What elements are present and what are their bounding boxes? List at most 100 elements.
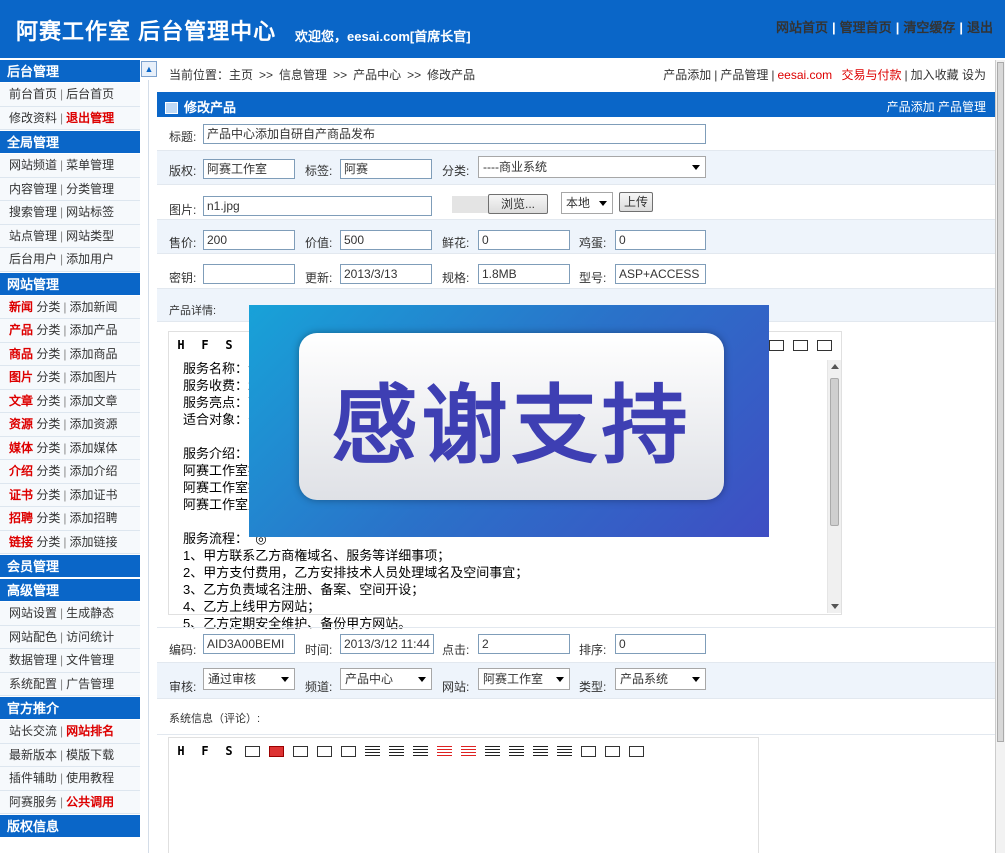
editor-tool-icon[interactable] bbox=[437, 746, 452, 757]
sidebar-item-link[interactable]: 分类 bbox=[36, 511, 60, 525]
sysinfo-editor[interactable]: HFS bbox=[168, 737, 759, 853]
editor-tool-icon[interactable] bbox=[557, 746, 572, 757]
sidebar-item-link[interactable]: 生成静态 bbox=[66, 606, 114, 620]
sidebar-item-link[interactable]: 站长交流 bbox=[9, 724, 57, 738]
page-scrollbar-thumb[interactable] bbox=[997, 62, 1004, 742]
spec-input[interactable]: 1.8MB bbox=[478, 264, 570, 284]
sidebar-item-link[interactable]: 添加文章 bbox=[70, 394, 118, 408]
sidebar-item-module[interactable]: 图片 bbox=[9, 370, 33, 384]
sidebar-item-link[interactable]: 使用教程 bbox=[66, 771, 114, 785]
editor-tool-icon[interactable] bbox=[769, 340, 784, 351]
sidebar-item-link[interactable]: 网站类型 bbox=[66, 229, 114, 243]
channel-select[interactable]: 产品中心 bbox=[340, 668, 432, 690]
collapse-sidebar-button[interactable]: ▲ bbox=[141, 61, 157, 77]
site-home-link[interactable]: 网站首页 bbox=[776, 20, 828, 35]
sidebar-item-module[interactable]: 文章 bbox=[9, 394, 33, 408]
editor-tool-icon[interactable] bbox=[341, 746, 356, 757]
sidebar-item-link[interactable]: 添加产品 bbox=[70, 323, 118, 337]
sidebar-item-link[interactable]: 添加证书 bbox=[70, 488, 118, 502]
logout-link[interactable]: 退出 bbox=[967, 20, 993, 35]
sidebar-item-link[interactable]: 添加介绍 bbox=[70, 464, 118, 478]
sidebar-section-title[interactable]: 版权信息 bbox=[0, 815, 140, 838]
editor-tool-icon[interactable] bbox=[793, 340, 808, 351]
sidebar-item-link[interactable]: 添加资源 bbox=[70, 417, 118, 431]
sidebar-item-module[interactable]: 新闻 bbox=[9, 300, 33, 314]
sidebar-item-link[interactable]: 分类 bbox=[36, 370, 60, 384]
tag-input[interactable]: 阿赛 bbox=[340, 159, 432, 179]
code-input[interactable]: AID3A00BEMI bbox=[203, 634, 295, 654]
sidebar-item-link[interactable]: 添加媒体 bbox=[70, 441, 118, 455]
crumb-product[interactable]: 产品中心 bbox=[353, 68, 401, 82]
format-s-icon[interactable]: S bbox=[221, 338, 237, 352]
format-f-icon[interactable]: F bbox=[197, 744, 213, 758]
editor-tool-icon[interactable] bbox=[485, 746, 500, 757]
sidebar-item-module[interactable]: 链接 bbox=[9, 535, 33, 549]
site-select[interactable]: 阿赛工作室 bbox=[478, 668, 570, 690]
sidebar-item-link[interactable]: 添加招聘 bbox=[70, 511, 118, 525]
editor-tool-icon[interactable] bbox=[509, 746, 524, 757]
format-f-icon[interactable]: F bbox=[197, 338, 213, 352]
sidebar-item-link[interactable]: 分类 bbox=[36, 441, 60, 455]
price-input[interactable]: 200 bbox=[203, 230, 295, 250]
editor-tool-icon[interactable] bbox=[605, 746, 620, 757]
model-input[interactable]: ASP+ACCESS bbox=[615, 264, 706, 284]
sidebar-item-module[interactable]: 产品 bbox=[9, 323, 33, 337]
value-input[interactable]: 500 bbox=[340, 230, 432, 250]
detail-editor-scrollbar[interactable] bbox=[827, 360, 841, 613]
sidebar-item-link[interactable]: 阿赛服务 bbox=[9, 795, 57, 809]
browse-button[interactable]: 浏览... bbox=[488, 194, 548, 214]
crumb-info[interactable]: 信息管理 bbox=[279, 68, 327, 82]
category-select[interactable]: ----商业系统 bbox=[478, 156, 706, 178]
title-input[interactable]: 产品中心添加自研自产商品发布 bbox=[203, 124, 706, 144]
sidebar-item-link[interactable]: 后台首页 bbox=[66, 87, 114, 101]
sidebar-item-module[interactable]: 商品 bbox=[9, 347, 33, 361]
sidebar-item-link[interactable]: 分类 bbox=[36, 535, 60, 549]
crumb-home[interactable]: 主页 bbox=[229, 68, 253, 82]
sidebar-item-link[interactable]: 前台首页 bbox=[9, 87, 57, 101]
editor-tool-icon[interactable] bbox=[293, 746, 308, 757]
sidebar-item-link[interactable]: 搜索管理 bbox=[9, 205, 57, 219]
format-s-icon[interactable]: S bbox=[221, 744, 237, 758]
sidebar-item-link[interactable]: 网站排名 bbox=[66, 724, 114, 738]
upload-source-select[interactable]: 本地 bbox=[561, 192, 613, 214]
sidebar-item-link[interactable]: 分类管理 bbox=[66, 182, 114, 196]
sidebar-item-link[interactable]: 网站标签 bbox=[66, 205, 114, 219]
sidebar-item-link[interactable]: 公共调用 bbox=[66, 795, 114, 809]
sidebar-item-module[interactable]: 招聘 bbox=[9, 511, 33, 525]
favorite-link[interactable]: 加入收藏 设为 bbox=[911, 68, 986, 82]
editor-tool-icon[interactable] bbox=[245, 746, 260, 757]
editor-tool-icon[interactable] bbox=[317, 746, 332, 757]
editor-tool-icon[interactable] bbox=[365, 746, 380, 757]
eesai-link[interactable]: eesai.com bbox=[777, 68, 832, 82]
sidebar-item-link[interactable]: 后台用户 bbox=[9, 252, 57, 266]
sidebar-item-module[interactable]: 证书 bbox=[9, 488, 33, 502]
sidebar-item-link[interactable]: 添加图片 bbox=[70, 370, 118, 384]
sidebar-section-title[interactable]: 高级管理 bbox=[0, 579, 140, 602]
product-add-link[interactable]: 产品添加 bbox=[663, 68, 711, 82]
sidebar-item-link[interactable]: 分类 bbox=[36, 488, 60, 502]
sidebar-item-link[interactable]: 插件辅助 bbox=[9, 771, 57, 785]
sidebar-item-link[interactable]: 修改资料 bbox=[9, 111, 57, 125]
sidebar-item-link[interactable]: 内容管理 bbox=[9, 182, 57, 196]
editor-tool-icon[interactable] bbox=[629, 746, 644, 757]
sidebar-section-title[interactable]: 网站管理 bbox=[0, 272, 140, 296]
file-path-field[interactable] bbox=[452, 196, 488, 213]
page-scrollbar[interactable] bbox=[995, 60, 1005, 853]
sidebar-item-link[interactable]: 菜单管理 bbox=[66, 158, 114, 172]
sidebar-item-link[interactable]: 分类 bbox=[36, 323, 60, 337]
sidebar-item-link[interactable]: 模版下载 bbox=[66, 748, 114, 762]
sidebar-item-link[interactable]: 最新版本 bbox=[9, 748, 57, 762]
sidebar-item-link[interactable]: 退出管理 bbox=[66, 111, 114, 125]
editor-tool-icon[interactable] bbox=[389, 746, 404, 757]
sidebar-section-title[interactable]: 全局管理 bbox=[0, 131, 140, 154]
upload-button[interactable]: 上传 bbox=[619, 192, 653, 212]
sidebar-item-link[interactable]: 网站配色 bbox=[9, 630, 57, 644]
time-input[interactable]: 2013/3/12 11:44 bbox=[340, 634, 434, 654]
sidebar-item-link[interactable]: 添加新闻 bbox=[70, 300, 118, 314]
sidebar-item-link[interactable]: 添加用户 bbox=[66, 252, 114, 266]
update-input[interactable]: 2013/3/13 bbox=[340, 264, 432, 284]
sidebar-item-link[interactable]: 网站设置 bbox=[9, 606, 57, 620]
key-input[interactable] bbox=[203, 264, 295, 284]
sidebar-item-link[interactable]: 广告管理 bbox=[66, 677, 114, 691]
admin-home-link[interactable]: 管理首页 bbox=[840, 20, 892, 35]
